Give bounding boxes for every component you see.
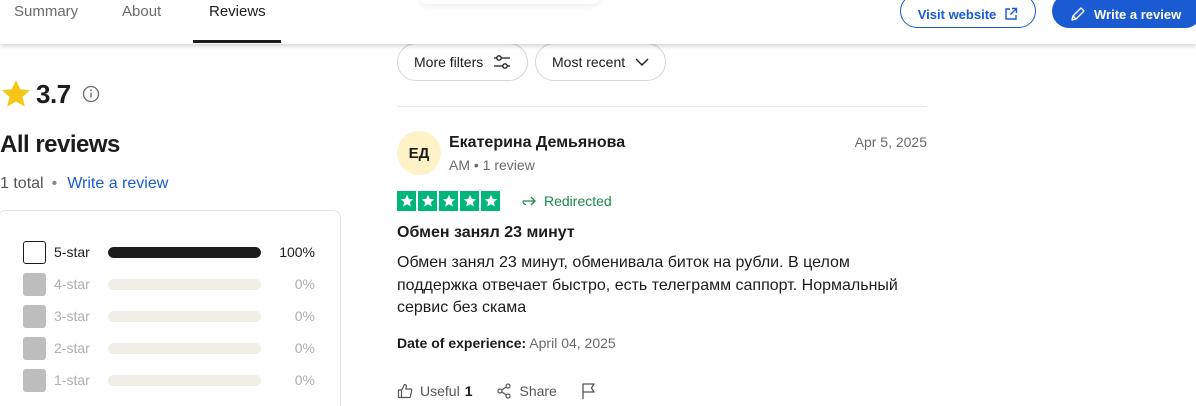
- star-label: 5-star: [54, 244, 90, 260]
- share-button[interactable]: Share: [496, 383, 557, 399]
- distribution-row-4: 4-star 0%: [23, 272, 323, 296]
- useful-button[interactable]: Useful 1: [397, 383, 472, 399]
- external-link-icon: [1005, 7, 1018, 20]
- review-date: Apr 5, 2025: [854, 134, 927, 150]
- percent-value: 0%: [294, 276, 315, 292]
- star-icon: [460, 191, 479, 211]
- review-body: Обмен занял 23 минут, обменивала биток н…: [397, 254, 898, 316]
- percent-value: 0%: [294, 340, 315, 356]
- info-icon[interactable]: [82, 85, 100, 103]
- checkbox-1-star: [23, 368, 46, 392]
- star-label: 4-star: [54, 276, 90, 292]
- useful-label: Useful: [420, 383, 460, 399]
- more-filters-label: More filters: [414, 54, 484, 70]
- tab-about[interactable]: About: [122, 0, 161, 44]
- review-actions: Useful 1 Share: [397, 382, 621, 400]
- share-label: Share: [519, 383, 557, 399]
- percent-value: 0%: [294, 308, 315, 324]
- checkbox-3-star: [23, 304, 46, 328]
- sort-dropdown[interactable]: Most recent: [535, 43, 667, 81]
- review-star-rating: [397, 191, 500, 211]
- total-row: 1 total • Write a review: [0, 175, 168, 193]
- distribution-row-5[interactable]: 5-star 100%: [23, 240, 323, 264]
- visit-website-button[interactable]: Visit website: [900, 0, 1036, 28]
- sliders-icon: [494, 55, 511, 69]
- chevron-down-icon: [635, 58, 649, 66]
- distribution-bar: [108, 246, 261, 258]
- divider: [397, 106, 927, 107]
- more-filters-button[interactable]: More filters: [397, 43, 529, 81]
- active-tab-indicator: [193, 40, 281, 43]
- hidden-search-field: [420, 0, 600, 4]
- rating-value: 3.7: [36, 78, 71, 109]
- percent-value: 100%: [279, 244, 315, 260]
- total-count: 1 total: [0, 175, 44, 192]
- distribution-bar: [108, 342, 261, 354]
- star-icon: [481, 191, 500, 211]
- star-label: 1-star: [54, 372, 90, 388]
- tab-reviews[interactable]: Reviews: [209, 0, 266, 44]
- star-label: 3-star: [54, 308, 90, 324]
- star-icon: [397, 191, 416, 211]
- distribution-row-3: 3-star 0%: [23, 304, 323, 328]
- rating-summary: 3.7: [0, 78, 100, 110]
- report-button[interactable]: [581, 382, 597, 400]
- bar-fill: [108, 246, 261, 258]
- reviewer-meta: AM • 1 review: [449, 157, 535, 173]
- sort-label: Most recent: [552, 54, 626, 70]
- flag-icon: [582, 383, 595, 399]
- separator-dot: •: [51, 175, 58, 192]
- redirected-badge[interactable]: Redirected: [522, 193, 612, 209]
- share-icon: [497, 383, 512, 399]
- rating-distribution-card: 5-star 100% 4-star 0% 3-star 0% 2-star 0…: [0, 210, 341, 406]
- experience-label: Date of experience:: [397, 335, 527, 351]
- all-reviews-heading: All reviews: [0, 131, 120, 158]
- avatar[interactable]: ЕД: [397, 131, 441, 175]
- tab-summary[interactable]: Summary: [14, 0, 78, 44]
- experience-date: April 04, 2025: [529, 335, 616, 351]
- top-nav: Summary About Reviews Visit website Writ…: [0, 0, 1196, 44]
- thumbs-up-icon: [397, 383, 413, 399]
- pencil-icon: [1071, 7, 1085, 21]
- star-icon: [418, 191, 437, 211]
- distribution-row-2: 2-star 0%: [23, 336, 323, 360]
- checkbox-5-star[interactable]: [23, 240, 46, 264]
- distribution-row-1: 1-star 0%: [23, 368, 323, 392]
- checkbox-2-star: [23, 336, 46, 360]
- redirect-arrow-icon: [522, 196, 536, 206]
- percent-value: 0%: [294, 372, 315, 388]
- useful-count: 1: [464, 383, 473, 399]
- distribution-bar: [108, 310, 261, 322]
- visit-website-label: Visit website: [917, 6, 997, 22]
- redirected-label: Redirected: [544, 193, 612, 209]
- date-of-experience: Date of experience: April 04, 2025: [397, 335, 616, 351]
- distribution-bar: [108, 374, 261, 386]
- review-title[interactable]: Обмен занял 23 минут: [397, 224, 575, 242]
- write-review-button[interactable]: Write a review: [1052, 0, 1196, 28]
- write-review-link[interactable]: Write a review: [67, 175, 168, 193]
- star-label: 2-star: [54, 340, 90, 356]
- star-icon: [439, 191, 458, 211]
- star-icon: [2, 80, 31, 107]
- write-review-label: Write a review: [1094, 6, 1182, 22]
- checkbox-4-star: [23, 272, 46, 296]
- reviewer-name[interactable]: Екатерина Демьянова: [449, 134, 625, 152]
- distribution-bar: [108, 278, 261, 290]
